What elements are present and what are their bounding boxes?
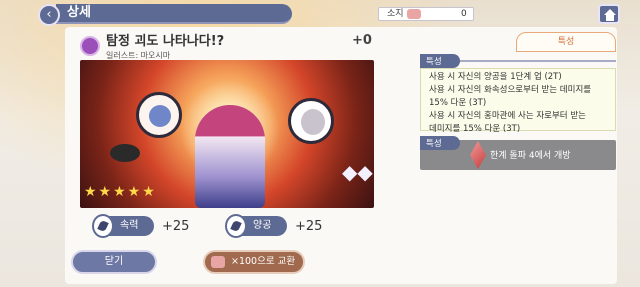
exchange-button[interactable]: ×100으로 교환 — [203, 250, 305, 274]
stat-yang-attack: 양공 — [225, 214, 287, 238]
trait-header: 특성 — [420, 54, 616, 68]
trait-line: 15% 다운 (3T) — [429, 98, 487, 108]
exchange-label: ×100으로 교환 — [231, 256, 296, 267]
trait-description: 사용 시 자신의 양공을 1단계 업 (2T) 사용 시 자신의 화속성으로부터… — [420, 68, 616, 134]
frying-pan-graphic — [110, 144, 140, 162]
rarity-stars-icon: ★★★★★ — [84, 184, 157, 200]
ability-header: 특성 — [420, 136, 616, 150]
tab-trait[interactable]: 특성 — [516, 32, 616, 52]
diamond-ornament-icon: ◆◆ — [342, 160, 373, 184]
stat-yang-attack-value: +25 — [295, 219, 323, 234]
character-bubble-right — [288, 98, 334, 144]
plus-level: +0 — [352, 33, 372, 48]
trait-line: 사용 시 자신의 홍마관에 사는 자로부터 받는 — [429, 111, 586, 121]
close-button[interactable]: 닫기 — [71, 250, 157, 274]
title-bar — [56, 4, 292, 24]
stat-speed-value: +25 — [162, 219, 190, 234]
stat-yang-attack-label: 양공 — [253, 220, 272, 231]
card-type-icon — [80, 36, 100, 56]
home-button[interactable] — [598, 4, 620, 24]
trait-header-label: 특성 — [426, 57, 442, 67]
owned-label: 소지 — [387, 9, 404, 19]
stat-speed-label: 속력 — [120, 220, 139, 231]
trait-line: 데미지를 15% 다운 (3T) — [429, 124, 521, 134]
trait-line: 사용 시 자신의 화속성으로부터 받는 데미지를 — [429, 85, 592, 95]
card-name: 탐정 괴도 나타나다!? — [106, 34, 225, 49]
ability-header-label: 특성 — [426, 139, 442, 149]
home-icon — [604, 9, 616, 21]
back-arrow-icon: ‹ — [46, 7, 52, 22]
speed-icon — [92, 214, 114, 238]
main-character — [195, 105, 265, 208]
card-illustration: ★★★★★ ◆◆ — [80, 60, 374, 208]
yang-attack-icon — [225, 214, 247, 238]
top-bar: ‹ 상세 소지 0 — [0, 0, 640, 26]
stat-speed: 속력 — [92, 214, 154, 238]
owned-counter: 소지 0 — [378, 7, 474, 21]
back-button[interactable]: ‹ — [38, 4, 60, 26]
page-title: 상세 — [67, 5, 91, 20]
ticket-icon — [211, 256, 225, 268]
trait-line: 사용 시 자신의 양공을 1단계 업 (2T) — [429, 72, 562, 82]
divider — [456, 60, 616, 62]
character-bubble-left — [136, 92, 182, 138]
owned-count: 0 — [461, 9, 467, 19]
ticket-icon — [407, 9, 421, 19]
